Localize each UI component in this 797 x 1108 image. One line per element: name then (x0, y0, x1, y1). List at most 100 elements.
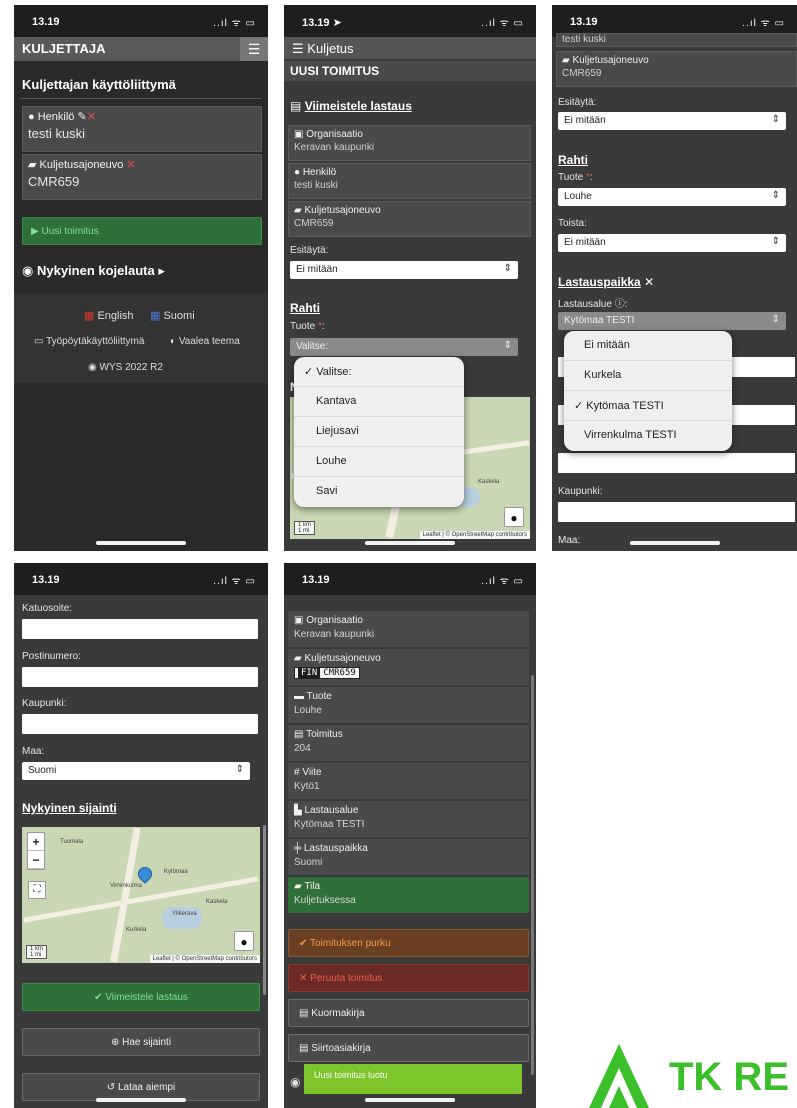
map-zoom-control: + − (27, 832, 45, 870)
toast-notification: Uusi toimitus luotu (304, 1064, 522, 1094)
chevron-updown-icon: ⇕ (771, 114, 780, 125)
info-value: Keravan kaupunki (294, 629, 375, 640)
location-pin-icon[interactable] (135, 864, 155, 884)
info-row-loading-area: ▙ Lastausalue Kytömaa TESTI (288, 801, 529, 838)
status-bar: 13.19 ..ıl ᯤ ▭ (284, 563, 536, 595)
chevron-updown-icon: ⇕ (771, 190, 780, 201)
prefill-select[interactable]: Ei mitään ⇕ (558, 112, 786, 130)
street-input[interactable] (22, 619, 258, 639)
hamburger-icon[interactable]: ☰ (292, 41, 304, 56)
status-bar: 13.19 ..ıl ᯤ ▭ (14, 563, 268, 595)
clipboard-icon: ▤ (290, 99, 302, 113)
edit-icon[interactable]: ✎ (77, 111, 86, 123)
status-time: 13.19 (570, 16, 598, 28)
desktop-ui-link[interactable]: ▭ Työpöytäkäyttöliittymä (34, 336, 144, 347)
scrollbar[interactable] (531, 675, 534, 1075)
user-icon: ● (294, 167, 301, 178)
lang-english[interactable]: ▦ English (84, 309, 134, 322)
map-road (110, 827, 141, 963)
building-icon: ▣ (294, 615, 304, 626)
status-time: 13.19 (302, 574, 330, 586)
prefill-select[interactable]: Ei mitään ⇕ (290, 261, 518, 279)
area-label: Lastausalue ⓘ: (558, 299, 628, 310)
map-place-label: Kytömaa (164, 869, 188, 875)
version-label: WYS 2022 R2 (99, 362, 163, 373)
product-select[interactable]: Valitse: ⇕ (290, 338, 518, 356)
hamburger-icon[interactable]: ☰ (240, 37, 268, 61)
logo-mark-icon: TK RE (589, 1044, 789, 1108)
city-input[interactable] (558, 502, 795, 522)
dashboard-link[interactable]: ◉ Nykyinen kojelauta ▸ (22, 263, 165, 279)
play-icon: ▶ (31, 226, 39, 237)
city-label: Kaupunki: (558, 486, 603, 497)
status-bar: 13.19 ..ıl ᯤ ▭ (14, 5, 268, 37)
vehicle-label: Kuljetusajoneuvo (39, 159, 124, 171)
new-delivery-button[interactable]: ▶ Uusi toimitus (22, 217, 262, 245)
remove-icon[interactable]: ✕ (87, 111, 96, 123)
unload-button[interactable]: ✔ Toimituksen purku (288, 929, 529, 957)
dropdown-option[interactable]: Liejusavi (294, 417, 464, 447)
info-row-status: ▰ Tila Kuljetuksessa (288, 877, 529, 914)
logo-text: TK RE (669, 1055, 789, 1099)
dropdown-option[interactable]: Virrenkulma TESTI (564, 421, 732, 451)
gauge-icon: ◉ (290, 1075, 301, 1089)
location-title: Nykyinen sijainti (22, 801, 117, 815)
text-field[interactable] (558, 453, 795, 473)
close-icon[interactable]: ✕ (644, 275, 654, 289)
truck-icon: ▰ (294, 205, 302, 216)
area-dropdown[interactable]: Ei mitään Kurkela ✓ Kytömaa TESTI Virren… (564, 331, 732, 451)
prefill-value: Ei mitään (564, 115, 606, 126)
get-location-button[interactable]: ⊕ Hae sijainti (22, 1028, 260, 1056)
area-select[interactable]: Kytömaa TESTI ⇕ (558, 312, 786, 330)
light-theme-link[interactable]: ◐ Vaalea teema (170, 336, 240, 347)
product-value: Valitse: (296, 341, 329, 352)
load-earlier-button[interactable]: ↺ Lataa aiempi (22, 1073, 260, 1101)
repeat-select[interactable]: Ei mitään ⇕ (558, 234, 786, 252)
city-input[interactable] (22, 714, 258, 734)
dropdown-option[interactable]: Ei mitään (564, 331, 732, 361)
chevron-updown-icon: ⇕ (503, 340, 512, 351)
signal-icon: ..ıl ᯤ ▭ (213, 18, 256, 29)
scrollbar[interactable] (263, 825, 266, 995)
home-indicator (365, 1098, 455, 1102)
dropdown-option[interactable]: Kurkela (564, 361, 732, 391)
postal-input[interactable] (22, 667, 258, 687)
map-marker-icon[interactable]: ● (234, 931, 254, 951)
dropdown-option[interactable]: ✓ Valitse: (294, 357, 464, 387)
remove-icon[interactable]: ✕ (126, 159, 135, 171)
get-location-label: Hae sijainti (122, 1037, 172, 1048)
app-navbar[interactable]: ☰ Kuljetus (284, 37, 536, 59)
help-icon[interactable]: ⓘ (615, 299, 625, 310)
lang-finnish[interactable]: ▦ Suomi (150, 309, 195, 322)
cargo-title: Rahti (558, 153, 588, 167)
finish-loading-button[interactable]: ✔ Viimeistele lastaus (22, 983, 260, 1011)
zoom-out-button[interactable]: − (28, 851, 44, 869)
product-dropdown[interactable]: ✓ Valitse: Kantava Liejusavi Louhe Savi (294, 357, 464, 507)
waybill-button[interactable]: ▤ Kuormakirja (288, 999, 529, 1027)
truck-icon: ▰ (28, 159, 37, 171)
product-select[interactable]: Louhe ⇕ (558, 188, 786, 206)
dropdown-option[interactable]: Savi (294, 477, 464, 507)
dropdown-option[interactable]: Kantava (294, 387, 464, 417)
fullscreen-icon[interactable]: ⛶ (28, 881, 46, 899)
chevron-updown-icon: ⇕ (771, 314, 780, 325)
org-label: Organisaatio (306, 129, 363, 140)
load-earlier-label: Lataa aiempi (117, 1082, 176, 1093)
status-time: 13.19 (32, 16, 60, 28)
zoom-in-button[interactable]: + (28, 833, 44, 851)
country-value: Suomi (28, 765, 57, 776)
map-attribution[interactable]: Leaflet | © OpenStreetMap contributors (419, 531, 530, 539)
map-marker-icon[interactable]: ● (504, 507, 524, 527)
transfer-doc-button[interactable]: ▤ Siirtoasiakirja (288, 1034, 529, 1062)
screen-driver-home: 13.19 ..ıl ᯤ ▭ KULJETTAJA ☰ Kuljettajan … (14, 5, 268, 551)
status-time: 13.19 ➤ (302, 17, 342, 29)
country-select[interactable]: Suomi ⇕ (22, 762, 250, 780)
dropdown-option[interactable]: Louhe (294, 447, 464, 477)
map-view[interactable]: + − ⛶ Tuomala Virrenkulma Kytömaa Yliker… (22, 827, 260, 963)
vehicle-value: CMR659 (28, 174, 80, 189)
light-theme-label: Vaalea teema (178, 336, 240, 347)
cancel-delivery-button[interactable]: ✕ Peruuta toimitus (288, 964, 529, 992)
page-subtitle: UUSI TOIMITUS (284, 61, 536, 81)
map-attribution[interactable]: Leaflet | © OpenStreetMap contributors (149, 955, 260, 963)
dropdown-option[interactable]: ✓ Kytömaa TESTI (564, 391, 732, 421)
